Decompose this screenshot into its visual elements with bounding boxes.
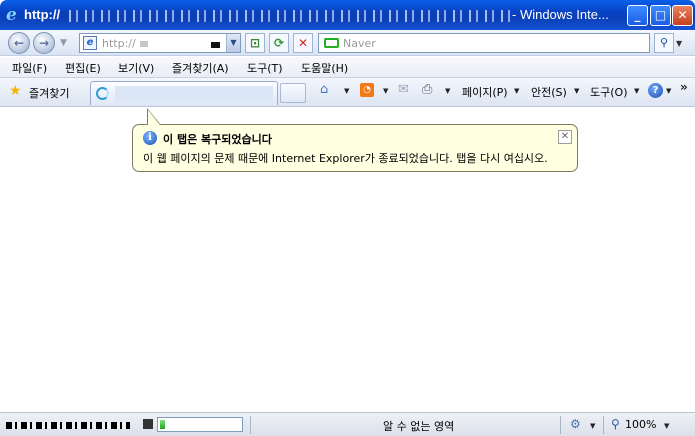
naver-icon — [324, 38, 339, 48]
status-divider — [560, 416, 561, 434]
search-button[interactable]: ⚲ — [654, 33, 674, 53]
home-icon[interactable]: ⌂ — [320, 83, 328, 97]
refresh-button[interactable]: ⟳ — [269, 33, 289, 53]
print-dropdown[interactable]: ▼ — [445, 87, 450, 95]
menu-favorites[interactable]: 즐겨찾기(A) — [172, 60, 229, 76]
favorites-star-icon: ★ — [9, 83, 22, 99]
tools-menu-button[interactable]: 도구(O) — [590, 84, 627, 100]
forward-icon: → — [38, 36, 50, 50]
security-dropdown[interactable]: ▼ — [590, 422, 595, 430]
favorites-button[interactable]: 즐겨찾기 — [29, 85, 69, 101]
menu-view[interactable]: 보기(V) — [118, 60, 154, 76]
zoom-level[interactable]: 100% — [625, 418, 656, 431]
page-dropdown[interactable]: ▼ — [514, 87, 519, 95]
balloon-tail-fill — [148, 110, 160, 125]
search-placeholder: Naver — [343, 37, 376, 50]
compat-view-button[interactable]: ⊡ — [245, 33, 265, 53]
back-button[interactable]: ← — [8, 32, 30, 54]
search-input[interactable]: Naver — [318, 33, 650, 53]
tab-current[interactable] — [90, 81, 278, 105]
status-bar: 알 수 없는 영역 ⚙ ▼ ⚲ 100% ▼ — [0, 412, 695, 436]
address-toolbar: ← → ▼ e http:// ▼ ⊡ ⟳ ✕ Naver ⚲ ▼ — [0, 30, 695, 56]
menu-edit[interactable]: 편집(E) — [65, 60, 101, 76]
status-page-icon — [143, 419, 153, 429]
recent-pages-dropdown[interactable]: ▼ — [60, 38, 67, 48]
menu-bar: 파일(F) 편집(E) 보기(V) 즐겨찾기(A) 도구(T) 도움말(H) — [0, 57, 695, 78]
redacted-status-text — [6, 422, 130, 429]
zoom-dropdown[interactable]: ▼ — [664, 422, 669, 430]
status-divider — [250, 416, 251, 434]
menu-help[interactable]: 도움말(H) — [301, 60, 348, 76]
window-title-prefix: http:// — [24, 7, 61, 22]
back-icon: ← — [13, 36, 25, 50]
compat-view-icon: ⊡ — [249, 36, 261, 50]
page-menu-button[interactable]: 페이지(P) — [462, 84, 508, 100]
command-bar: ★ 즐겨찾기 ⌂ ▼ ◔ ▼ ✉ ⎙ ▼ 페이지(P) ▼ 안전(S) ▼ 도구… — [0, 78, 695, 107]
address-input[interactable]: e http:// ▼ — [79, 33, 241, 53]
help-dropdown[interactable]: ▼ — [666, 87, 671, 95]
mail-icon[interactable]: ✉ — [398, 83, 409, 97]
safety-menu-button[interactable]: 안전(S) — [531, 84, 567, 100]
more-commands-chevron-icon[interactable]: » — [680, 80, 688, 94]
redacted-url-part — [140, 41, 148, 47]
menu-file[interactable]: 파일(F) — [12, 60, 47, 76]
security-zone-text: 알 수 없는 영역 — [383, 420, 455, 433]
feed-icon[interactable]: ◔ — [360, 83, 374, 97]
search-icon: ⚲ — [659, 36, 669, 49]
help-icon[interactable]: ? — [648, 83, 663, 98]
stop-button[interactable]: ✕ — [293, 33, 313, 53]
refresh-icon: ⟳ — [273, 36, 285, 50]
loading-progress-bar — [157, 417, 243, 432]
progress-fill — [160, 420, 165, 429]
redacted-title — [62, 10, 510, 22]
info-icon: i — [143, 131, 157, 145]
home-dropdown[interactable]: ▼ — [344, 87, 349, 95]
ie-logo-icon: e — [6, 5, 17, 25]
address-url-text: http:// — [102, 37, 136, 50]
stop-icon: ✕ — [297, 36, 309, 50]
zoom-icon[interactable]: ⚲ — [611, 417, 620, 431]
redacted-url-part — [211, 42, 220, 48]
security-icon[interactable]: ⚙ — [570, 417, 581, 431]
tab-title-area — [115, 86, 273, 101]
window-title-suffix: - Windows Inte... — [512, 7, 609, 22]
loading-icon — [96, 87, 109, 100]
search-options-dropdown[interactable]: ▼ — [676, 39, 682, 48]
tools-dropdown[interactable]: ▼ — [634, 87, 639, 95]
notification-message: 이 웹 페이지의 문제 때문에 Internet Explorer가 종료되었습… — [143, 152, 548, 165]
close-window-button[interactable]: ✕ — [672, 5, 693, 26]
new-tab-button[interactable] — [280, 83, 306, 103]
title-bar: e http:// - Windows Inte... _ □ ✕ — [0, 0, 695, 30]
minimize-button[interactable]: _ — [627, 5, 648, 26]
tab-recovered-notification: i 이 탭은 복구되었습니다 이 웹 페이지의 문제 때문에 Internet … — [132, 124, 578, 172]
forward-button[interactable]: → — [33, 32, 55, 54]
page-icon: e — [83, 36, 97, 50]
print-icon[interactable]: ⎙ — [422, 83, 432, 97]
maximize-button[interactable]: □ — [650, 5, 671, 26]
notification-close-button[interactable]: ✕ — [558, 130, 572, 144]
notification-title: 이 탭은 복구되었습니다 — [163, 133, 272, 146]
feed-dropdown[interactable]: ▼ — [383, 87, 388, 95]
safety-dropdown[interactable]: ▼ — [574, 87, 579, 95]
address-dropdown-button[interactable]: ▼ — [226, 34, 240, 52]
menu-tools[interactable]: 도구(T) — [247, 60, 283, 76]
status-divider — [603, 416, 604, 434]
